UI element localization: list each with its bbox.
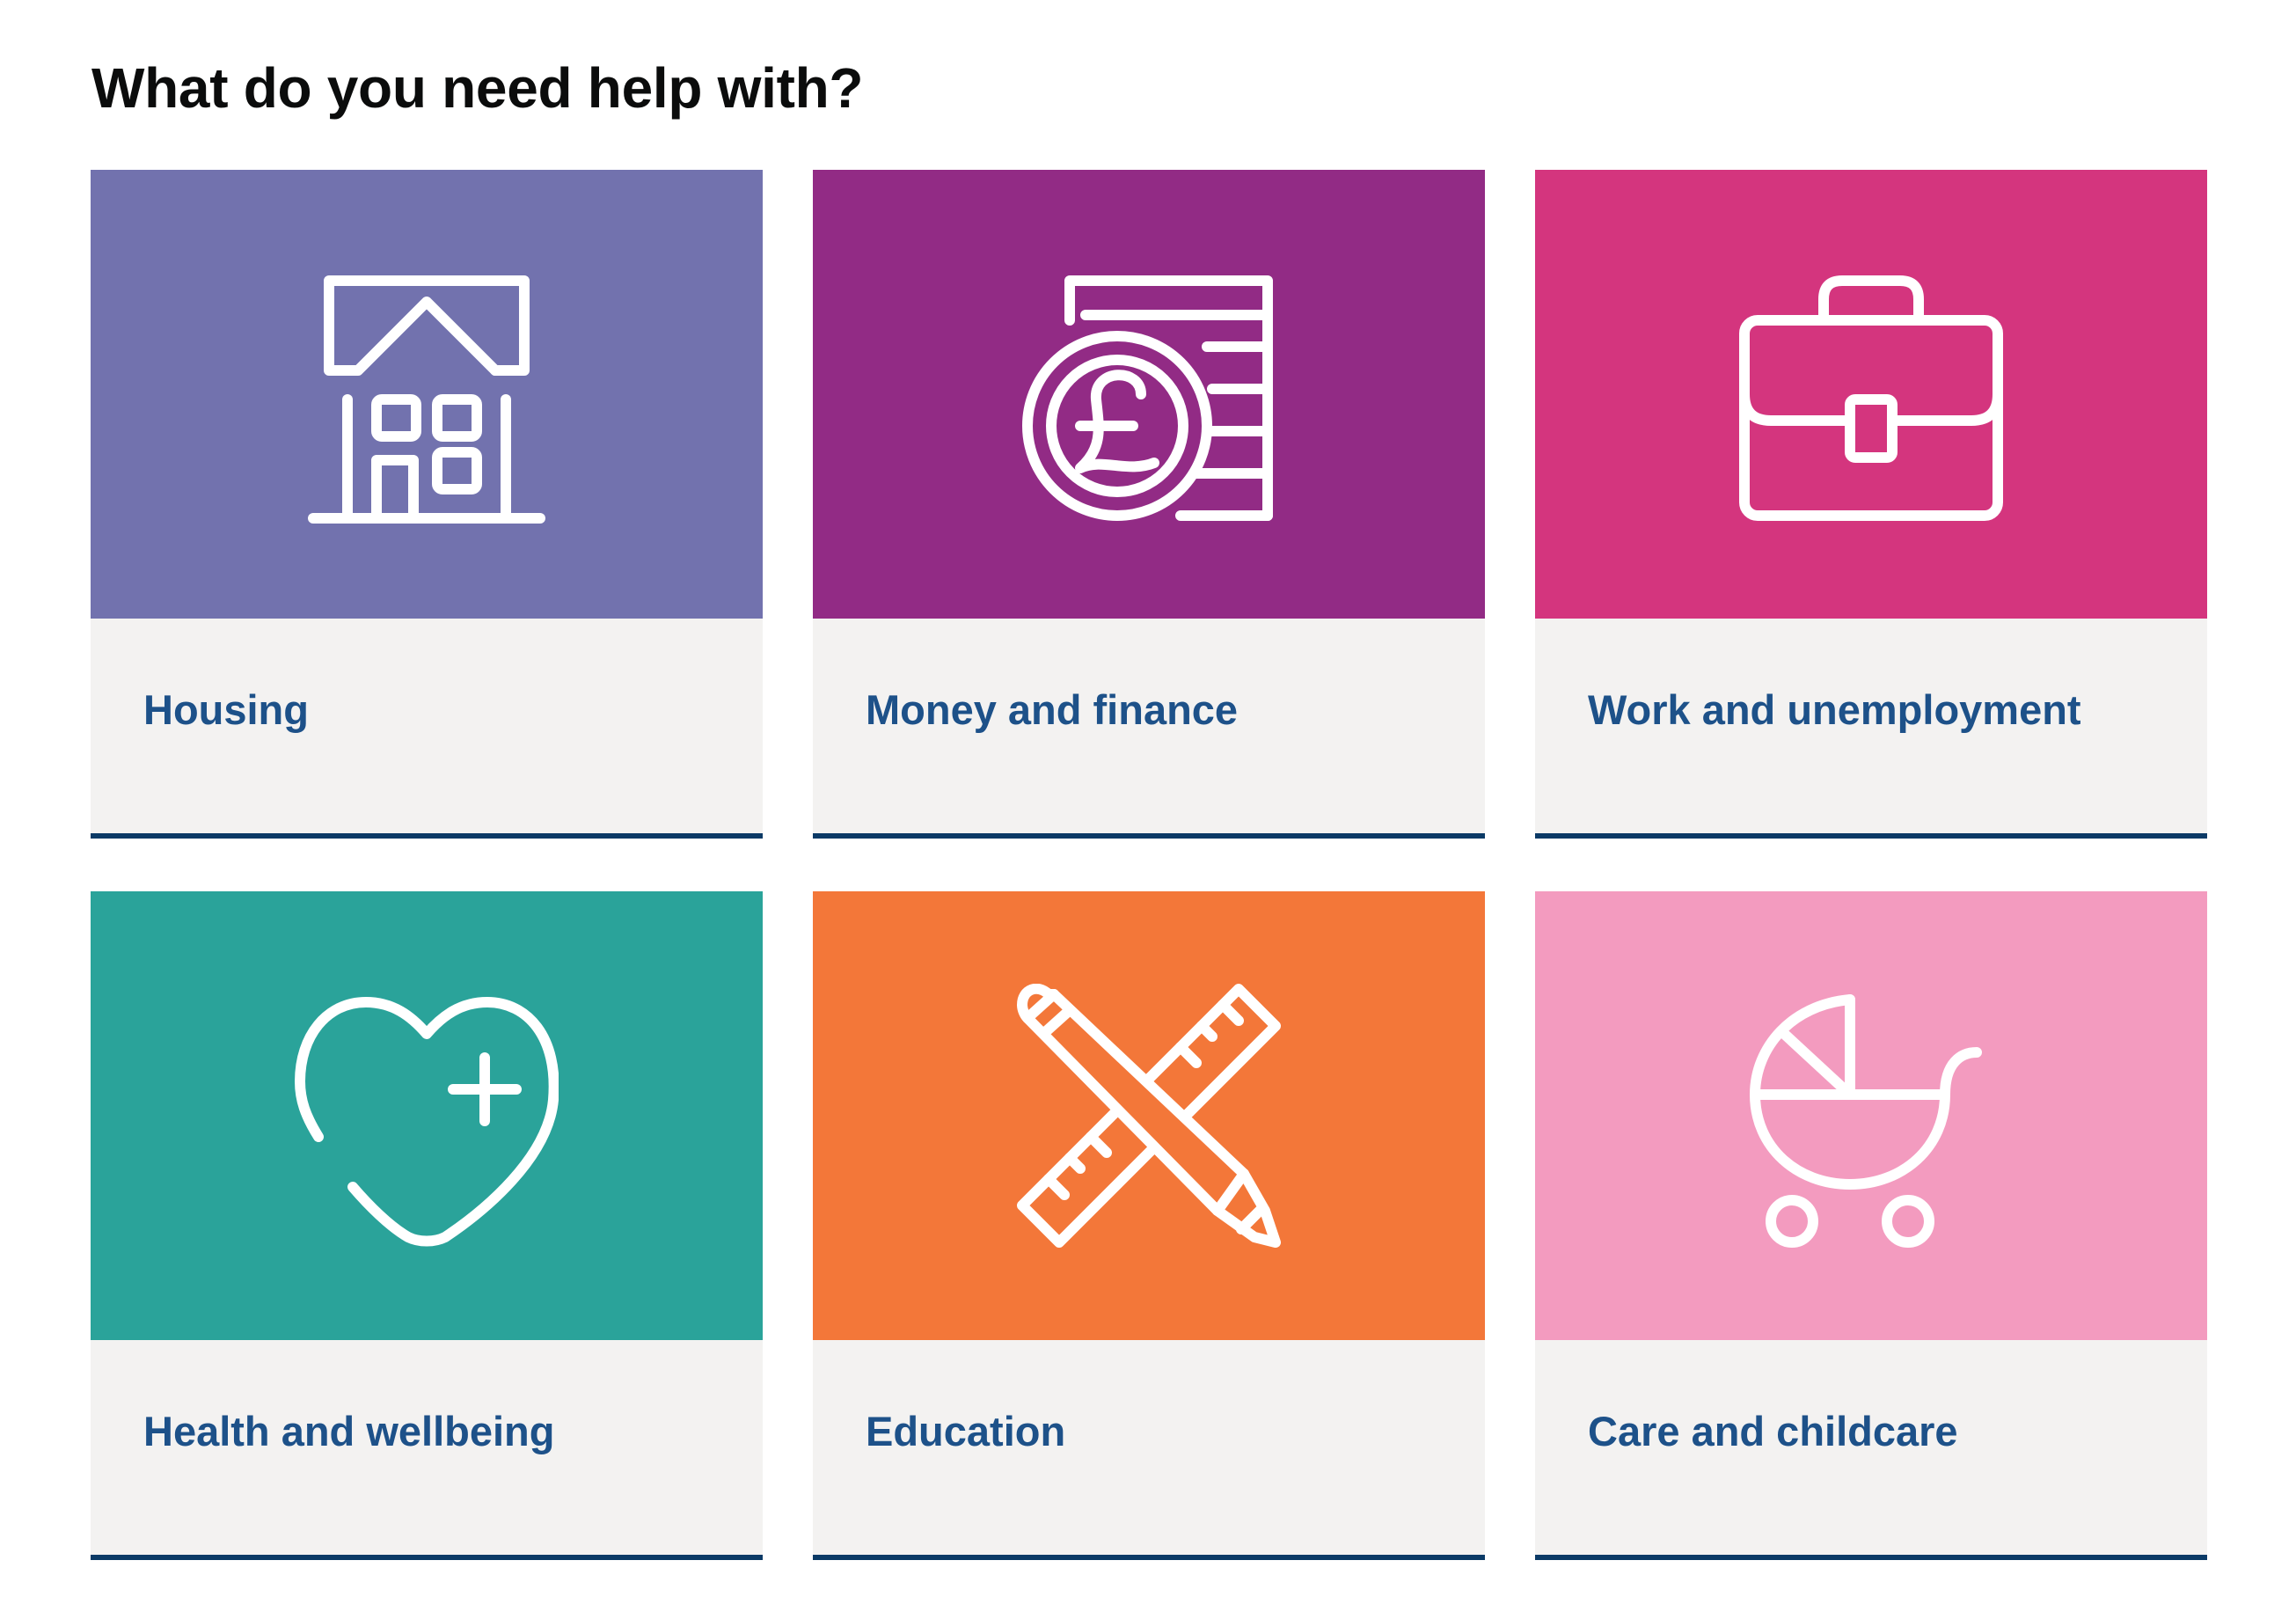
card-education[interactable]: Education bbox=[813, 891, 1485, 1560]
card-care-and-childcare[interactable]: Care and childcare bbox=[1535, 891, 2207, 1560]
page-title: What do you need help with? bbox=[91, 56, 864, 120]
briefcase-icon bbox=[1739, 275, 2003, 521]
card-label-care-and-childcare: Care and childcare bbox=[1588, 1408, 1958, 1454]
house-icon bbox=[308, 275, 545, 524]
card-money-and-finance[interactable]: Money and finance bbox=[813, 170, 1485, 839]
card-health-and-wellbeing[interactable]: Health and wellbeing bbox=[91, 891, 763, 1560]
pencil-ruler-icon bbox=[1017, 984, 1281, 1248]
card-image-care bbox=[1535, 891, 2207, 1340]
help-topics-grid: Housing Money and finance Work and unemp… bbox=[91, 170, 2208, 1560]
card-image-money bbox=[813, 170, 1485, 619]
card-housing[interactable]: Housing bbox=[91, 170, 763, 839]
card-image-work bbox=[1535, 170, 2207, 619]
card-image-health bbox=[91, 891, 763, 1340]
pound-coin-icon bbox=[1022, 275, 1273, 521]
card-image-education bbox=[813, 891, 1485, 1340]
card-label-health-and-wellbeing: Health and wellbeing bbox=[143, 1408, 555, 1454]
card-label-housing: Housing bbox=[143, 686, 309, 733]
card-label-education: Education bbox=[866, 1408, 1066, 1454]
card-work-and-unemployment[interactable]: Work and unemployment bbox=[1535, 170, 2207, 839]
card-image-housing bbox=[91, 170, 763, 619]
heart-plus-icon bbox=[295, 997, 559, 1247]
card-label-work-and-unemployment: Work and unemployment bbox=[1588, 686, 2081, 733]
card-label-money-and-finance: Money and finance bbox=[866, 686, 1239, 733]
pram-icon bbox=[1750, 994, 1982, 1248]
